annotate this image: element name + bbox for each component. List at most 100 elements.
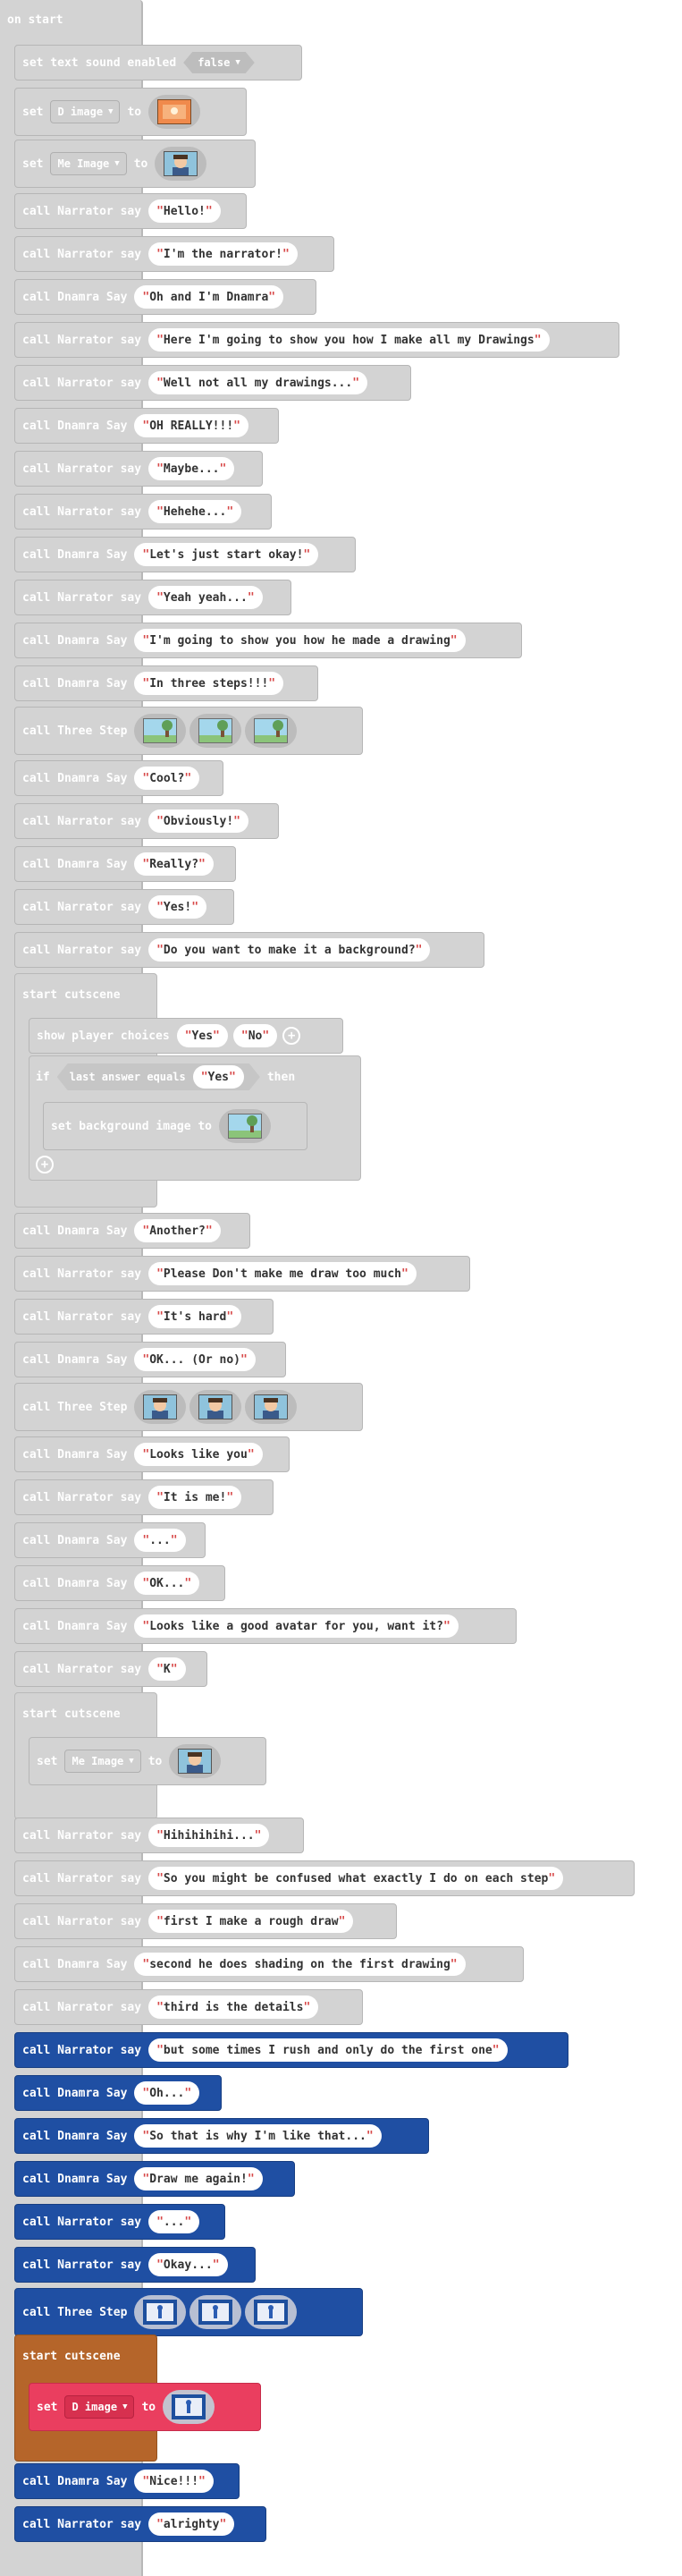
say-block[interactable]: call Dnamra Say " OH REALLY!!! "	[14, 408, 279, 444]
choice-input[interactable]: " Yes "	[176, 1024, 228, 1047]
string-input[interactable]: " It's hard "	[148, 1305, 242, 1328]
say-block[interactable]: call Narrator say " It is me! "	[14, 1479, 274, 1515]
string-input[interactable]: " Nice!!! "	[134, 2470, 214, 2493]
image-picker[interactable]	[189, 1390, 242, 1424]
string-input[interactable]: " So that is why I'm like that... "	[134, 2124, 382, 2148]
say-block[interactable]: call Narrator say " third is the details "	[14, 1989, 363, 2025]
string-input[interactable]: " It is me! "	[148, 1486, 242, 1509]
if-header[interactable]: if last answer equals " Yes " then	[29, 1055, 361, 1098]
say-block[interactable]: call Narrator say " but some times I rush …	[14, 2032, 568, 2068]
say-block[interactable]: call Dnamra Say " Draw me again! "	[14, 2161, 295, 2197]
say-block[interactable]: call Dnamra Say " Nice!!! "	[14, 2463, 240, 2499]
variable-dropdown-me-image[interactable]: Me Image ▼	[50, 152, 127, 175]
string-input[interactable]: " OK... "	[134, 1572, 200, 1595]
three-step-block[interactable]: call Three Step	[14, 1383, 363, 1431]
say-block[interactable]: call Dnamra Say " Oh and I'm Dnamra "	[14, 279, 316, 315]
say-block[interactable]: call Narrator say " Hihihihihi... "	[14, 1818, 304, 1853]
string-input[interactable]: " Oh... "	[134, 2081, 200, 2105]
set-d-image-block[interactable]: set D image ▼ to	[29, 2383, 261, 2431]
image-picker[interactable]	[163, 2390, 215, 2424]
string-input[interactable]: " Yeah yeah... "	[148, 586, 263, 609]
image-picker[interactable]	[189, 714, 242, 748]
say-block[interactable]: call Dnamra Say " Oh... "	[14, 2075, 222, 2111]
variable-dropdown-d-image[interactable]: D image ▼	[50, 100, 121, 123]
image-picker[interactable]	[245, 2295, 298, 2329]
say-block[interactable]: call Dnamra Say " second he does shading o…	[14, 1946, 524, 1982]
string-input[interactable]: " alrighty "	[148, 2512, 235, 2536]
image-picker[interactable]	[189, 2295, 242, 2329]
say-block[interactable]: call Narrator say " Obviously! "	[14, 803, 279, 839]
say-block[interactable]: call Narrator say " K "	[14, 1651, 207, 1687]
string-input[interactable]: " I'm going to show you how he made a dra…	[134, 629, 466, 652]
string-input[interactable]: " Obviously! "	[148, 809, 248, 833]
say-block[interactable]: call Dnamra Say " Looks like a good avatar…	[14, 1608, 517, 1644]
variable-dropdown-me-image[interactable]: Me Image ▼	[64, 1750, 141, 1773]
string-input[interactable]: " Really? "	[134, 852, 214, 876]
image-picker[interactable]	[134, 714, 187, 748]
say-block[interactable]: call Narrator say " alrighty "	[14, 2506, 266, 2542]
string-input[interactable]: " Oh and I'm Dnamra "	[134, 285, 284, 309]
add-choice-icon[interactable]: +	[282, 1027, 301, 1045]
say-block[interactable]: call Narrator say " Yes! "	[14, 889, 234, 925]
string-input[interactable]: "... "	[148, 2210, 200, 2233]
string-input[interactable]: " Well not all my drawings... "	[148, 371, 368, 394]
text-sound-value[interactable]: false ▼	[183, 52, 255, 73]
say-block[interactable]: call Narrator say " first I make a rough d…	[14, 1903, 397, 1939]
string-input[interactable]: " third is the details "	[148, 1996, 319, 2019]
string-input[interactable]: " Draw me again! "	[134, 2167, 263, 2190]
string-input[interactable]: " Hello! "	[148, 199, 221, 223]
string-input[interactable]: " In three steps!!! "	[134, 672, 284, 695]
string-input[interactable]: " Hehehe... "	[148, 500, 242, 523]
string-input[interactable]: "... "	[134, 1529, 186, 1552]
image-picker[interactable]	[169, 1744, 222, 1778]
set-background-image-block[interactable]: set background image to	[43, 1102, 307, 1150]
variable-dropdown-d-image[interactable]: D image ▼	[64, 2395, 135, 2419]
choice-input[interactable]: " No "	[232, 1024, 278, 1047]
say-block[interactable]: call Narrator say " Do you want to make it…	[14, 932, 484, 968]
string-input[interactable]: " Looks like a good avatar for you, want …	[134, 1614, 459, 1638]
string-input[interactable]: " Yes! "	[148, 895, 207, 919]
set-d-image-block[interactable]: set D image ▼ to	[14, 88, 247, 136]
say-block[interactable]: call Dnamra Say "... "	[14, 1522, 206, 1558]
say-block[interactable]: call Narrator say " Hello! "	[14, 193, 247, 229]
image-picker[interactable]	[134, 2295, 187, 2329]
string-input[interactable]: " second he does shading on the first dra…	[134, 1953, 466, 1976]
image-picker[interactable]	[245, 1390, 298, 1424]
string-input[interactable]: " Okay... "	[148, 2253, 228, 2276]
say-block[interactable]: call Narrator say " Well not all my drawin…	[14, 365, 411, 401]
say-block[interactable]: call Dnamra Say " Another? "	[14, 1213, 250, 1249]
say-block[interactable]: call Dnamra Say " Cool? "	[14, 760, 223, 796]
say-block[interactable]: call Narrator say " I'm the narrator! "	[14, 236, 334, 272]
string-input[interactable]: " Please Don't make me draw too much "	[148, 1262, 417, 1285]
say-block[interactable]: call Dnamra Say " Looks like you "	[14, 1436, 290, 1472]
string-input[interactable]: " Looks like you "	[134, 1443, 263, 1466]
image-picker[interactable]	[134, 1390, 187, 1424]
say-block[interactable]: call Narrator say " Here I'm going to show…	[14, 322, 619, 358]
say-block[interactable]: call Dnamra Say " I'm going to show you ho…	[14, 623, 522, 658]
string-input[interactable]: " I'm the narrator! "	[148, 242, 298, 266]
string-input[interactable]: " Do you want to make it a background? "	[148, 938, 431, 962]
set-me-image-block[interactable]: set Me Image ▼ to	[29, 1737, 266, 1785]
string-input[interactable]: " Yes "	[193, 1065, 244, 1089]
say-block[interactable]: call Narrator say " So you might be confus…	[14, 1860, 635, 1896]
string-input[interactable]: " Here I'm going to show you how I make a…	[148, 328, 550, 352]
string-input[interactable]: " Cool? "	[134, 767, 200, 790]
say-block[interactable]: call Narrator say " Okay... "	[14, 2247, 256, 2283]
string-input[interactable]: " Another? "	[134, 1219, 221, 1242]
image-picker[interactable]	[148, 95, 201, 129]
say-block[interactable]: call Dnamra Say " Really? "	[14, 846, 236, 882]
string-input[interactable]: " first I make a rough draw "	[148, 1910, 354, 1933]
say-block[interactable]: call Narrator say " It's hard "	[14, 1299, 274, 1335]
say-block[interactable]: call Narrator say " Maybe... "	[14, 451, 263, 487]
three-step-block[interactable]: call Three Step	[14, 2288, 363, 2336]
say-block[interactable]: call Dnamra Say " OK... "	[14, 1565, 225, 1601]
say-block[interactable]: call Dnamra Say " So that is why I'm like …	[14, 2118, 429, 2154]
image-picker[interactable]	[245, 714, 298, 748]
condition-slot[interactable]: last answer equals " Yes "	[57, 1063, 260, 1090]
three-step-block[interactable]: call Three Step	[14, 707, 363, 755]
say-block[interactable]: call Narrator say "... "	[14, 2204, 225, 2240]
set-me-image-block[interactable]: set Me Image ▼ to	[14, 140, 256, 188]
string-input[interactable]: " So you might be confused what exactly I…	[148, 1867, 564, 1890]
image-picker[interactable]	[219, 1109, 272, 1143]
string-input[interactable]: " Let's just start okay! "	[134, 543, 319, 566]
